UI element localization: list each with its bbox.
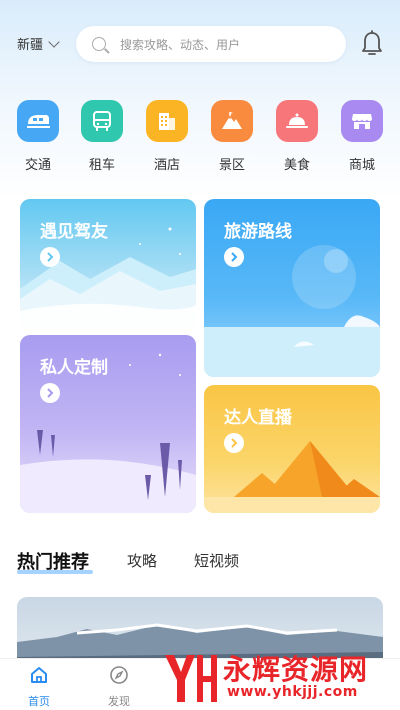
- watermark-logo: 永辉资源网 www.yhkjjj.com: [155, 640, 395, 710]
- chevron-right-icon: [224, 433, 244, 453]
- train-icon: [17, 100, 59, 142]
- chevron-right-icon: [40, 247, 60, 267]
- hotel-icon: [146, 100, 188, 142]
- category-scenic[interactable]: 景区: [202, 100, 262, 173]
- dish-icon: [276, 100, 318, 142]
- compass-icon: [110, 666, 128, 684]
- card-title: 遇见驾友: [40, 222, 108, 242]
- card-meet-drivers[interactable]: 遇见驾友: [20, 199, 196, 327]
- category-label: 酒店: [153, 158, 180, 173]
- category-label: 租车: [88, 158, 115, 173]
- watermark-url: www.yhkjjj.com: [227, 684, 358, 700]
- search-input[interactable]: 搜索攻略、动态、用户: [76, 26, 346, 62]
- category-hotel[interactable]: 酒店: [137, 100, 197, 173]
- category-food[interactable]: 美食: [267, 100, 327, 173]
- nav-label: 首页: [28, 695, 50, 708]
- category-label: 交通: [24, 158, 51, 173]
- top-bar: 新疆 搜索攻略、动态、用户: [0, 24, 400, 64]
- category-mall[interactable]: 商城: [332, 100, 392, 173]
- chevron-down-icon: [48, 35, 60, 48]
- watermark-brand: 永辉资源网: [223, 653, 369, 686]
- card-title: 私人定制: [40, 358, 108, 378]
- category-grid: 交通 租车 酒店 景区 美食 商城: [0, 100, 400, 180]
- region-selector[interactable]: 新疆: [17, 34, 60, 53]
- category-car-rental[interactable]: 租车: [72, 100, 132, 173]
- card-expert-live[interactable]: 达人直播: [204, 385, 380, 513]
- bus-icon: [81, 100, 123, 142]
- card-travel-routes[interactable]: 旅游路线: [204, 199, 380, 377]
- yh-logo-icon: [165, 655, 217, 702]
- tab-hot[interactable]: 热门推荐: [17, 548, 89, 574]
- nav-home[interactable]: 首页: [14, 665, 64, 709]
- chevron-right-icon: [40, 383, 60, 403]
- category-label: 商城: [348, 158, 375, 173]
- category-label: 美食: [283, 158, 310, 173]
- region-label: 新疆: [17, 38, 44, 53]
- category-label: 景区: [218, 158, 245, 173]
- tab-videos[interactable]: 短视频: [194, 550, 239, 571]
- search-placeholder: 搜索攻略、动态、用户: [120, 37, 241, 52]
- category-transport[interactable]: 交通: [8, 100, 68, 173]
- card-title: 旅游路线: [224, 222, 292, 242]
- shop-icon: [341, 100, 383, 142]
- chevron-right-icon: [224, 247, 244, 267]
- nav-discover[interactable]: 发现: [94, 665, 144, 709]
- home-icon: [31, 667, 47, 683]
- card-private-custom[interactable]: 私人定制: [20, 335, 196, 513]
- nav-label: 发现: [108, 695, 130, 708]
- mountain-icon: [211, 100, 253, 142]
- notification-bell-icon[interactable]: [360, 30, 384, 58]
- tab-guides[interactable]: 攻略: [127, 550, 157, 571]
- card-title: 达人直播: [224, 408, 292, 428]
- search-icon: [92, 37, 106, 51]
